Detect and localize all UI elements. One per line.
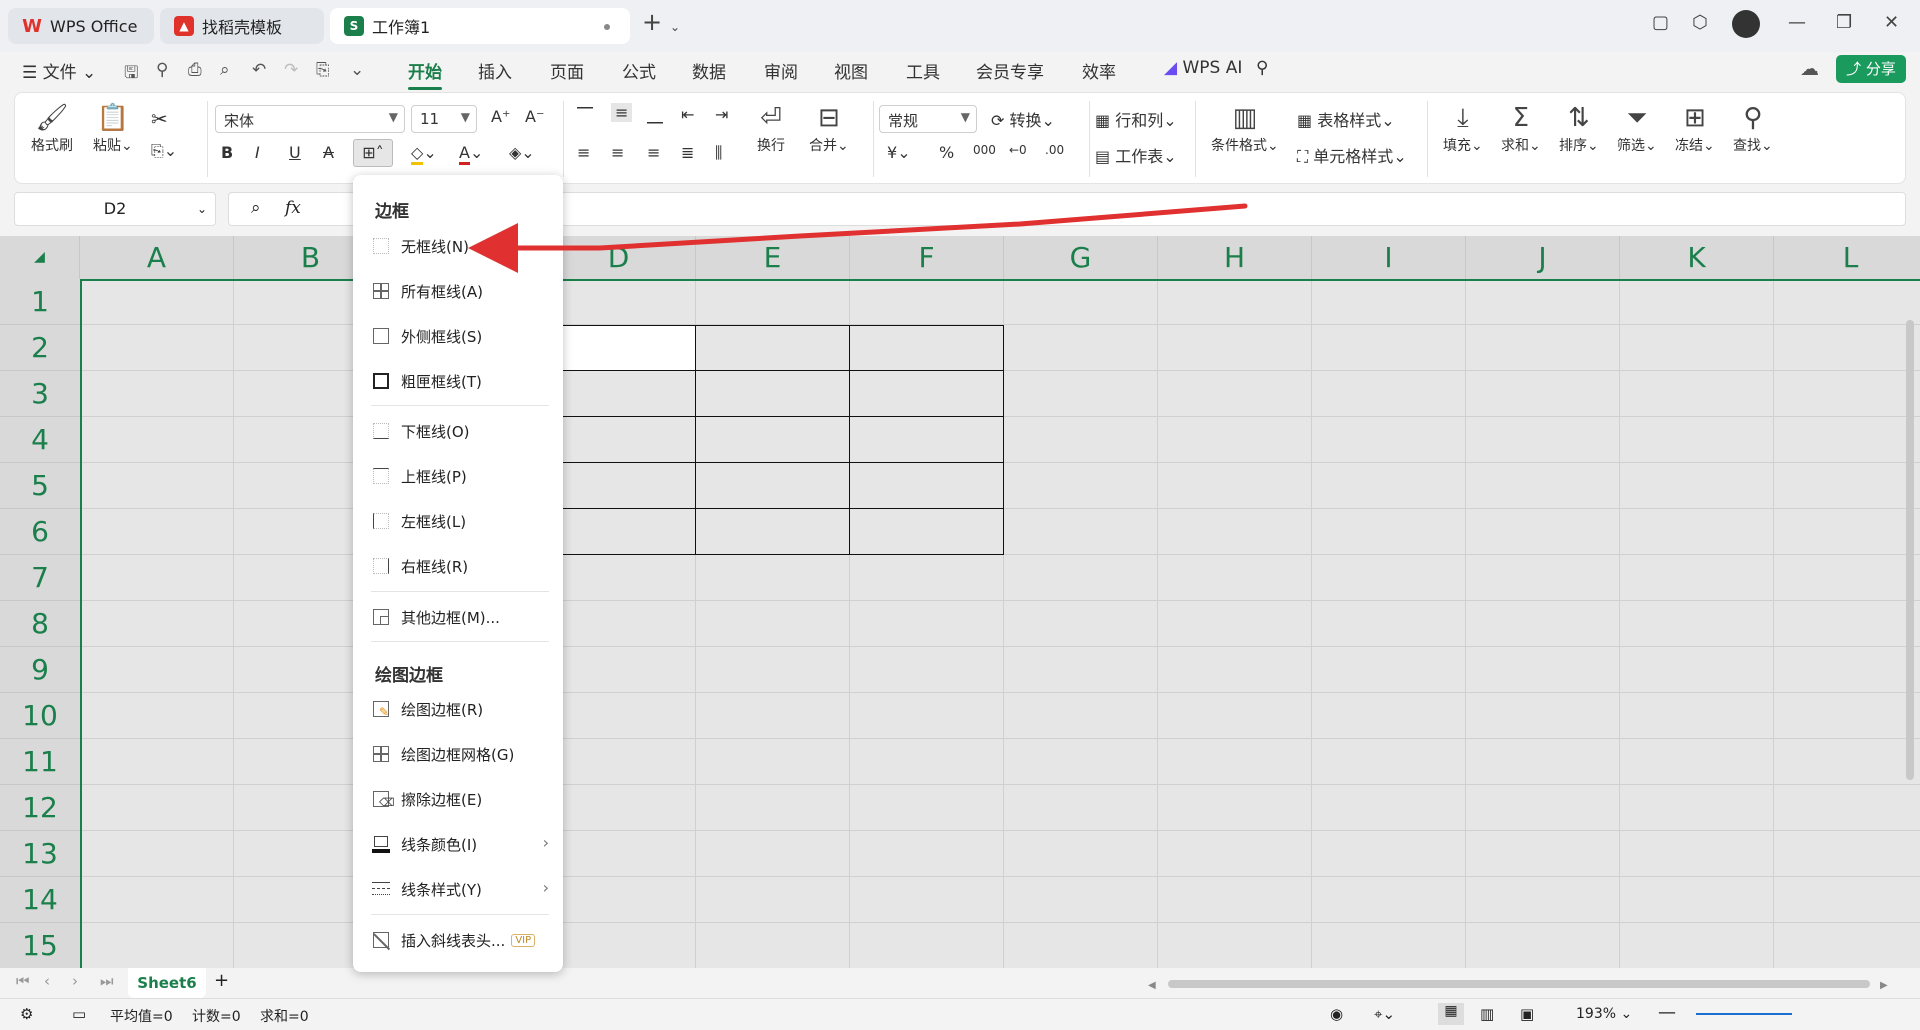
arrow-path	[468, 203, 1248, 273]
annotation-arrow	[468, 203, 1248, 273]
